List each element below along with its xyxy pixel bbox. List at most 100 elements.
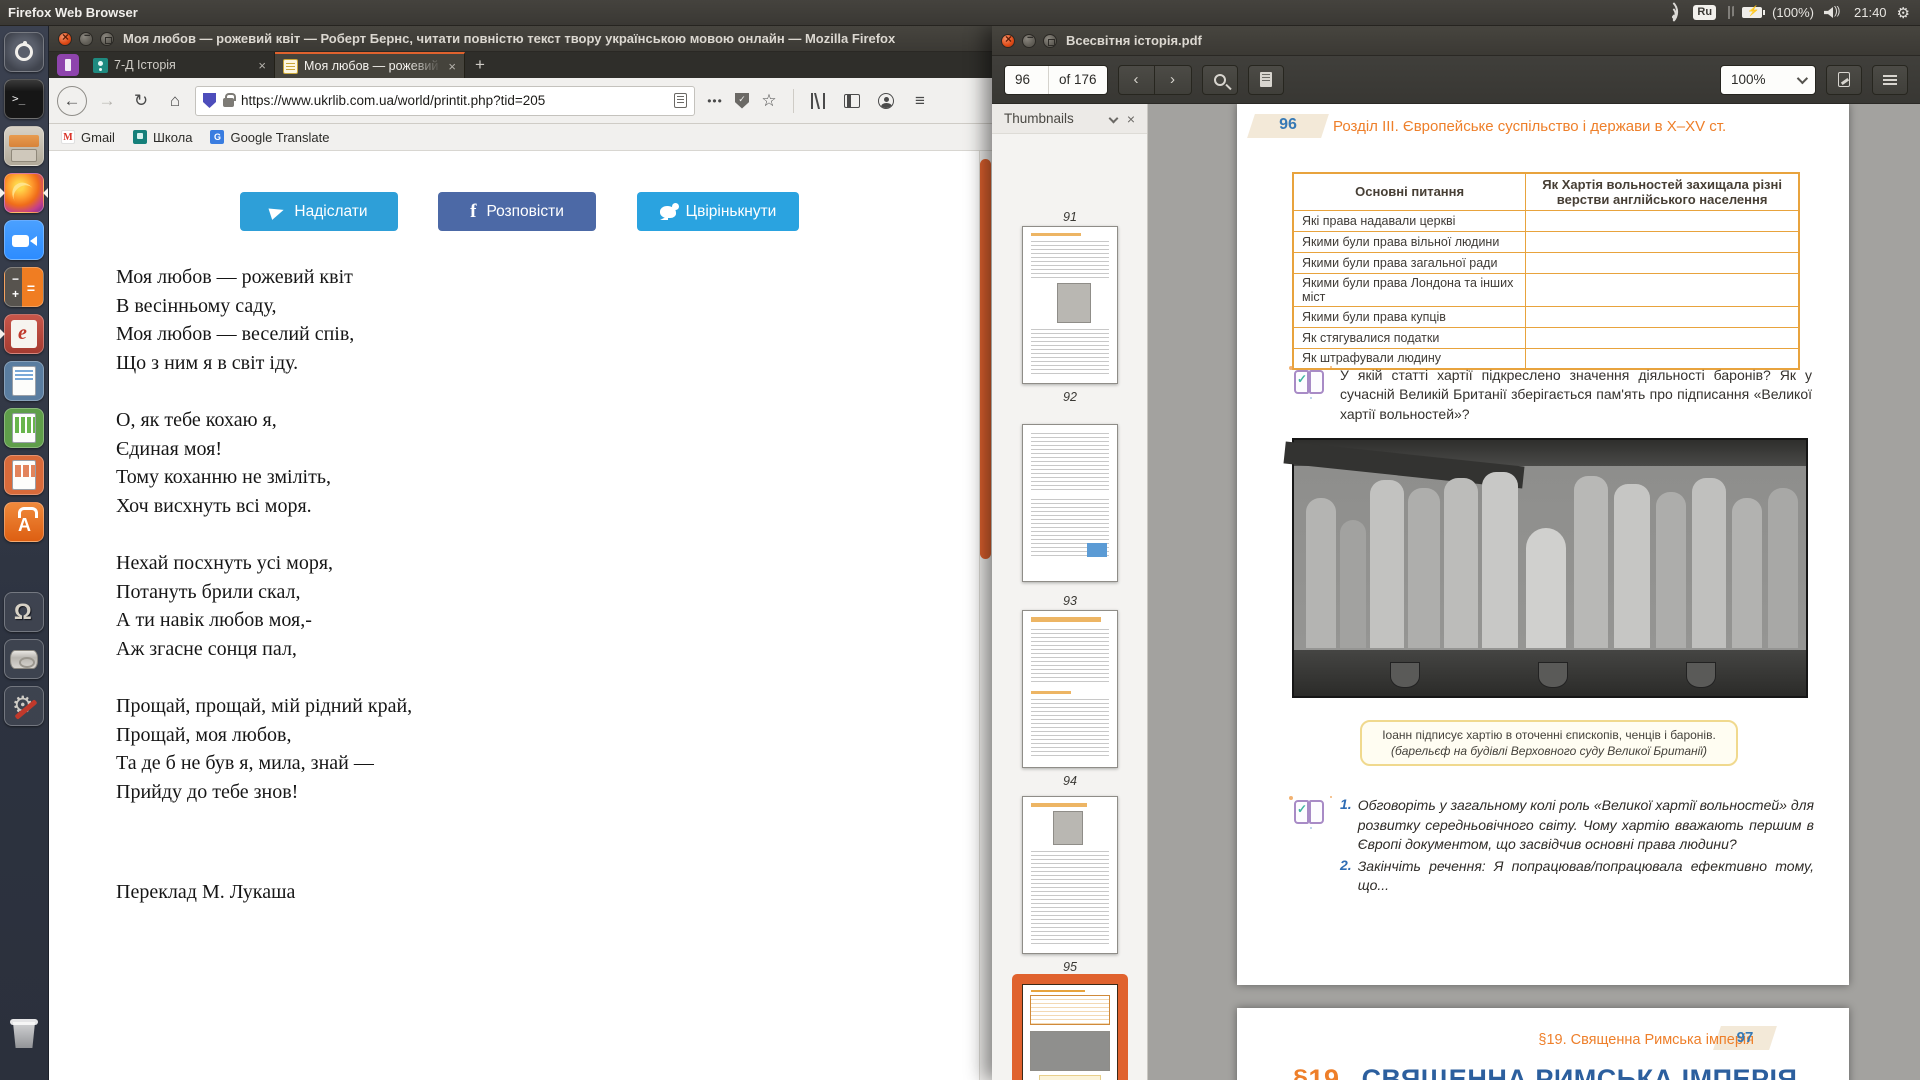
- pdf-menu-button[interactable]: [1872, 65, 1908, 95]
- library-icon[interactable]: [804, 87, 832, 115]
- page-number-entry[interactable]: 96 of 176: [1004, 65, 1108, 95]
- maximize-button[interactable]: [100, 32, 114, 46]
- note-icon: [1260, 72, 1272, 87]
- disks-icon[interactable]: [4, 639, 44, 679]
- thumbnail-page-92[interactable]: [1022, 226, 1118, 384]
- maximize-button[interactable]: [1043, 34, 1057, 48]
- pocket-shield-icon[interactable]: ✓: [735, 93, 749, 109]
- thumbnail-page-96-selected[interactable]: 96: [1012, 974, 1128, 1080]
- previous-page-button[interactable]: ‹: [1118, 65, 1155, 95]
- new-tab-button[interactable]: +: [465, 55, 495, 75]
- next-page-button[interactable]: ›: [1155, 65, 1192, 95]
- school-icon: [133, 130, 147, 144]
- pdf-window-title: Всесвітня історія.pdf: [1066, 33, 1202, 48]
- file-cabinet-icon[interactable]: [4, 126, 44, 166]
- telegram-share-button[interactable]: Надіслати: [240, 192, 398, 231]
- session-gear-icon[interactable]: ⚙: [1897, 4, 1910, 22]
- url-bar[interactable]: https://www.ukrlib.com.ua/world/printit.…: [195, 86, 695, 116]
- document-viewer-icon[interactable]: [4, 314, 44, 354]
- pinned-tab[interactable]: [57, 54, 79, 76]
- poem-stanza: Нехай посхнуть усі моря, Потануть брили …: [116, 549, 412, 663]
- question-text: У якій статті хартії підкреслено значенн…: [1340, 366, 1812, 424]
- annotate-document-button[interactable]: [1826, 65, 1862, 95]
- keyboard-layout-indicator[interactable]: Ru: [1693, 5, 1716, 20]
- wifi-icon[interactable]: [1665, 6, 1683, 19]
- facebook-share-button[interactable]: f Розповісти: [438, 192, 596, 231]
- open-book-icon: ✓: [1294, 370, 1328, 396]
- reader-view-icon[interactable]: [674, 93, 687, 108]
- tab-history-class[interactable]: 7-Д Історія ×: [85, 52, 275, 78]
- document-edit-icon: [1838, 72, 1850, 87]
- account-icon[interactable]: [872, 87, 900, 115]
- calculator-icon[interactable]: [4, 267, 44, 307]
- atril-icon[interactable]: [4, 592, 44, 632]
- url-text[interactable]: https://www.ukrlib.com.ua/world/printit.…: [241, 93, 667, 108]
- zoom-app-icon[interactable]: [4, 220, 44, 260]
- task-item: 1. Обговоріть у загальному колі роль «Ве…: [1340, 796, 1814, 855]
- chevron-down-icon: [1797, 72, 1808, 83]
- thumbnail-current-page: [1022, 984, 1118, 1080]
- open-book-icon: ✓: [1294, 800, 1328, 826]
- bluetooth-icon[interactable]: [1726, 6, 1732, 19]
- table-row: Якими були права вільної людини: [1293, 231, 1799, 252]
- battery-icon[interactable]: ⚡: [1742, 7, 1762, 18]
- firefox-window-title: Моя любов — рожевий квіт — Роберт Бернс,…: [123, 31, 895, 46]
- bookmark-gmail[interactable]: M Gmail: [61, 130, 115, 145]
- thumbnail-page-94[interactable]: [1022, 610, 1118, 768]
- back-button[interactable]: ←: [57, 86, 87, 116]
- trash-icon[interactable]: [4, 1014, 44, 1054]
- tab-label: Моя любов — рожевий: [304, 59, 442, 73]
- libreoffice-impress-icon[interactable]: [4, 455, 44, 495]
- tab-poem-active[interactable]: Моя любов — рожевий ×: [275, 52, 465, 78]
- twitter-share-button[interactable]: Цвірінькнути: [637, 192, 799, 231]
- thumbnail-label: 92: [992, 390, 1148, 404]
- minimize-button[interactable]: [79, 32, 93, 46]
- tab-close-icon[interactable]: ×: [448, 59, 456, 74]
- search-button[interactable]: [1202, 65, 1238, 95]
- libreoffice-writer-icon[interactable]: [4, 361, 44, 401]
- close-button[interactable]: [58, 32, 72, 46]
- poem-stanza: Прощай, прощай, мій рідний край, Прощай,…: [116, 692, 412, 806]
- volume-icon[interactable]: [1824, 6, 1844, 19]
- annotations-button[interactable]: [1248, 65, 1284, 95]
- reload-button[interactable]: ↻: [127, 87, 155, 115]
- scrollbar-thumb[interactable]: [980, 159, 991, 559]
- zoom-level-dropdown[interactable]: 100%: [1720, 65, 1816, 95]
- system-settings-icon[interactable]: [4, 686, 44, 726]
- firefox-nav-toolbar: ← → ↻ ⌂ https://www.ukrlib.com.ua/world/…: [49, 78, 992, 124]
- tracking-protection-icon[interactable]: [203, 93, 216, 108]
- close-button[interactable]: [1001, 34, 1015, 48]
- sidebar-toggle-icon[interactable]: [838, 87, 866, 115]
- bookmark-google-translate[interactable]: G Google Translate: [210, 130, 329, 145]
- thumbnails-panel: Thumbnails × 91 92 93: [992, 104, 1148, 1080]
- pdf-page-97: §19. Священна Римська імперія 97 §19.СВЯ…: [1237, 1008, 1849, 1080]
- unity-launcher: >_: [0, 26, 49, 1080]
- thumbnail-label: 95: [992, 960, 1148, 974]
- close-panel-icon[interactable]: ×: [1127, 111, 1135, 127]
- bookmark-school[interactable]: Школа: [133, 130, 193, 145]
- minimize-button[interactable]: [1022, 34, 1036, 48]
- ubuntu-software-icon[interactable]: [4, 502, 44, 542]
- page-number-input[interactable]: 96: [1005, 66, 1049, 94]
- forward-button[interactable]: →: [93, 87, 121, 115]
- home-button[interactable]: ⌂: [161, 87, 189, 115]
- ubuntu-dash-icon[interactable]: [4, 32, 44, 72]
- lock-icon[interactable]: [223, 98, 234, 107]
- clock[interactable]: 21:40: [1854, 5, 1887, 20]
- bookmark-star-icon[interactable]: ☆: [755, 87, 783, 115]
- thumbnail-page-95[interactable]: [1022, 796, 1118, 954]
- thumbnail-page-93[interactable]: [1022, 424, 1118, 582]
- firefox-icon[interactable]: [4, 173, 44, 213]
- table-col-header: Як Хартія вольностей захищала різні верс…: [1526, 173, 1799, 210]
- chevron-down-icon[interactable]: [1108, 114, 1118, 124]
- firefox-menu-icon[interactable]: ≡: [906, 87, 934, 115]
- bookmark-label: Школа: [153, 130, 193, 145]
- page-total-label: of 176: [1049, 66, 1107, 94]
- libreoffice-calc-icon[interactable]: [4, 408, 44, 448]
- page-actions-icon[interactable]: •••: [701, 87, 729, 115]
- top-panel: Firefox Web Browser Ru ⚡ (100%) 21:40 ⚙: [0, 0, 1920, 26]
- scrollbar-track[interactable]: [979, 151, 992, 1080]
- running-app-arrow: [0, 188, 5, 198]
- terminal-icon[interactable]: >_: [4, 79, 44, 119]
- tab-close-icon[interactable]: ×: [258, 58, 266, 73]
